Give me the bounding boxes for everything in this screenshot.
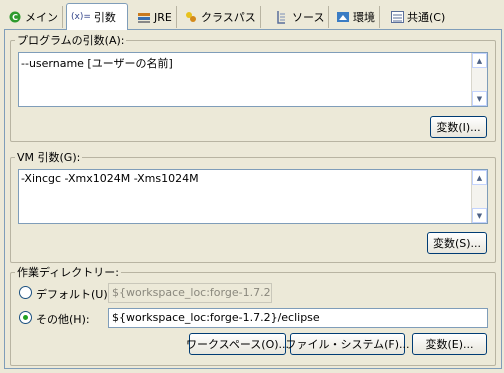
program-arguments-text: --username [ユーザーの名前] [21, 57, 173, 70]
program-arguments-scrollbar[interactable]: ▲ ▼ [471, 53, 487, 106]
vm-variables-button[interactable]: 変数(S)... [427, 232, 487, 254]
tab-jre[interactable]: JRE [133, 6, 177, 28]
tab-classpath-label: クラスパス [201, 11, 256, 24]
vm-arguments-legend: VM 引数(G): [17, 151, 81, 164]
scroll-down-icon[interactable]: ▼ [472, 91, 487, 106]
scroll-up-icon[interactable]: ▲ [472, 170, 487, 185]
default-directory-radio[interactable] [19, 286, 32, 299]
classpath-icon [184, 10, 198, 24]
tab-jre-label: JRE [154, 10, 172, 24]
tab-common[interactable]: 共通(C) [386, 6, 449, 28]
default-directory-label: デフォルト(U): [36, 288, 112, 301]
scroll-up-icon[interactable]: ▲ [472, 53, 487, 68]
tab-source[interactable]: ソース [271, 6, 330, 28]
launch-config-tabs: C メイン (x)= 引数 JRE クラスパス ソース 環境 共通(C) [0, 0, 504, 30]
program-variables-button[interactable]: 変数(I)... [430, 116, 487, 138]
scroll-down-icon[interactable]: ▼ [472, 208, 487, 223]
other-directory-label: その他(H): [36, 313, 90, 326]
vm-arguments-text: -Xincgc -Xmx1024M -Xms1024M [21, 172, 199, 185]
directory-variables-button[interactable]: 変数(E)... [412, 333, 487, 355]
common-icon [390, 10, 404, 24]
tab-arguments-label: 引数 [93, 11, 116, 24]
source-icon [275, 10, 289, 24]
program-arguments-textarea[interactable]: --username [ユーザーの名前] ▲ ▼ [18, 52, 488, 107]
tab-main-label: メイン [25, 11, 58, 24]
filesystem-button[interactable]: ファイル・システム(F)... [285, 333, 410, 355]
tab-source-label: ソース [292, 11, 325, 24]
arguments-icon: (x)= [71, 11, 91, 22]
svg-text:C: C [12, 13, 18, 22]
workspace-button[interactable]: ワークスペース(O)... [186, 333, 289, 355]
tab-environment[interactable]: 環境 [332, 6, 380, 28]
vm-arguments-scrollbar[interactable]: ▲ ▼ [471, 170, 487, 223]
jre-icon [137, 10, 151, 24]
tab-classpath[interactable]: クラスパス [180, 6, 261, 28]
working-directory-legend: 作業ディレクトリー: [17, 266, 119, 279]
launch-icon: C [8, 10, 22, 24]
tab-environment-label: 環境 [353, 11, 375, 24]
other-directory-input[interactable]: ${workspace_loc:forge-1.7.2}/eclipse [108, 308, 488, 328]
vm-arguments-textarea[interactable]: -Xincgc -Xmx1024M -Xms1024M ▲ ▼ [18, 169, 488, 224]
environment-icon [336, 10, 350, 24]
other-directory-radio[interactable] [19, 311, 32, 324]
program-arguments-legend: プログラムの引数(A): [17, 34, 125, 47]
tab-main[interactable]: C メイン [4, 6, 63, 28]
tab-arguments[interactable]: (x)= 引数 [66, 3, 128, 30]
tab-common-label: 共通(C) [407, 11, 446, 24]
default-directory-field: ${workspace_loc:forge-1.7.2} [108, 283, 272, 303]
arguments-panel: プログラムの引数(A): --username [ユーザーの名前] ▲ ▼ 変数… [4, 29, 502, 369]
